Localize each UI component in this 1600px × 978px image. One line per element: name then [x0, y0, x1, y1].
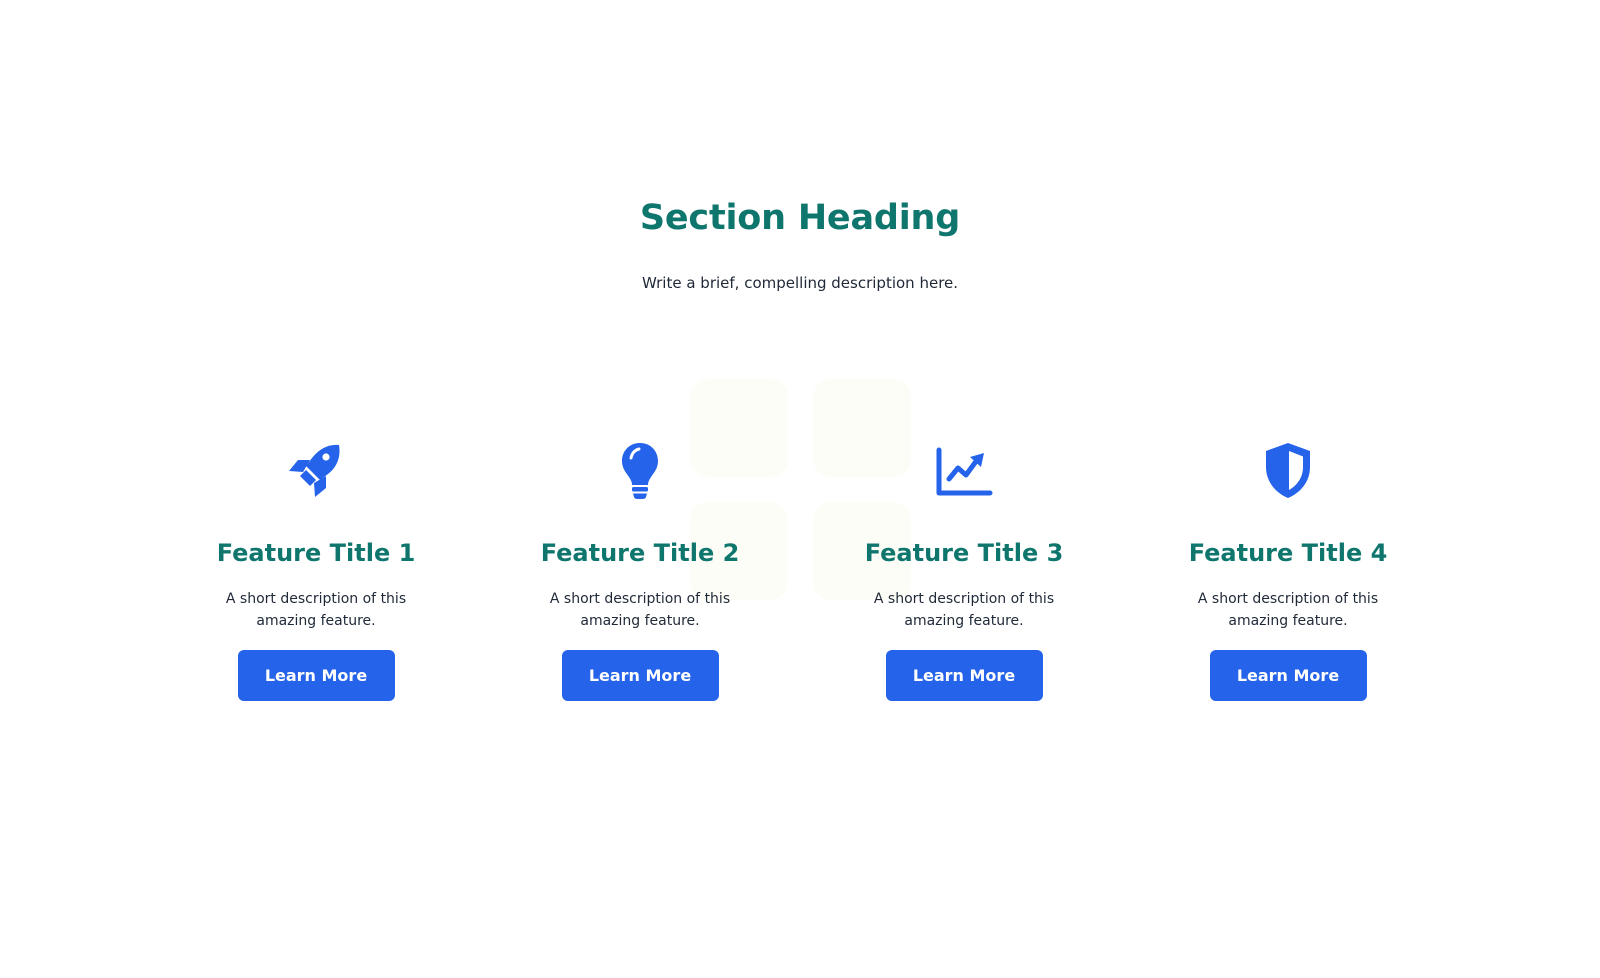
feature-card: Feature Title 1 A short description of t…	[196, 440, 436, 701]
section-description: Write a brief, compelling description he…	[641, 274, 959, 292]
learn-more-button[interactable]: Learn More	[237, 650, 395, 701]
feature-description: A short description of this amazing feat…	[225, 591, 407, 629]
features-page: Section Heading Write a brief, compellin…	[0, 0, 1600, 978]
feature-card: Feature Title 2 A short description of t…	[520, 440, 760, 701]
feature-card: Feature Title 4 A short description of t…	[1168, 440, 1408, 701]
learn-more-button[interactable]: Learn More	[1209, 650, 1367, 701]
feature-title: Feature Title 1	[216, 539, 416, 567]
feature-description: A short description of this amazing feat…	[873, 591, 1055, 629]
feature-title: Feature Title 4	[1188, 539, 1388, 567]
feature-title: Feature Title 3	[864, 539, 1064, 567]
section-heading: Section Heading	[639, 198, 961, 238]
chart-line-icon	[934, 440, 994, 500]
learn-more-button[interactable]: Learn More	[561, 650, 719, 701]
feature-title: Feature Title 2	[540, 539, 740, 567]
shield-icon	[1258, 440, 1318, 500]
rocket-icon	[286, 440, 346, 500]
feature-description: A short description of this amazing feat…	[549, 591, 731, 629]
features-grid: Feature Title 1 A short description of t…	[0, 440, 1600, 720]
lightbulb-icon	[610, 440, 670, 500]
feature-description: A short description of this amazing feat…	[1197, 591, 1379, 629]
learn-more-button[interactable]: Learn More	[885, 650, 1043, 701]
feature-card: Feature Title 3 A short description of t…	[844, 440, 1084, 701]
